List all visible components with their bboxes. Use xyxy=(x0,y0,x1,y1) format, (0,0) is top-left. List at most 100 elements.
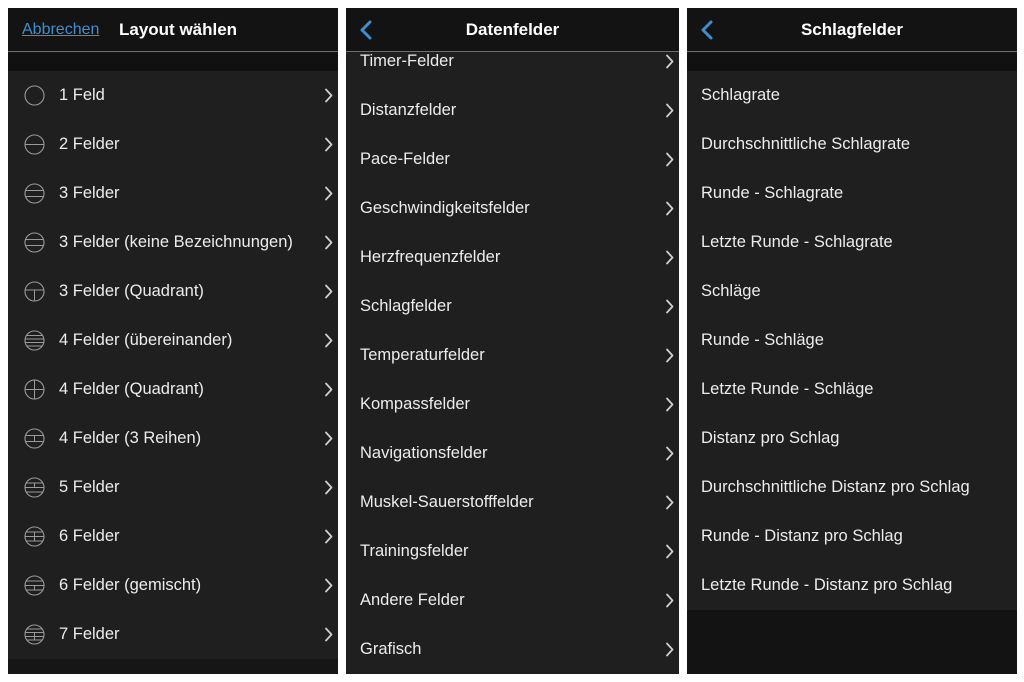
data-field-category-item-andere-felder[interactable]: Andere Felder xyxy=(346,576,679,625)
stroke-field-item-distanz-pro-schlag[interactable]: Distanz pro Schlag xyxy=(687,414,1017,463)
stroke-field-item-runde-distanz-pro-schlag[interactable]: Runde - Distanz pro Schlag xyxy=(687,512,1017,561)
layout-2-fields-icon xyxy=(24,134,45,155)
chevron-right-icon xyxy=(325,578,333,593)
data-field-category-item-label: Distanzfelder xyxy=(360,101,457,119)
chevron-right-icon xyxy=(666,299,674,314)
layout-item-6-felder-gemischt[interactable]: 6 Felder (gemischt) xyxy=(8,561,338,610)
chevron-right-icon xyxy=(666,593,674,608)
layout-item-label: 5 Felder xyxy=(59,478,120,496)
layout-6-fields-mixed-icon xyxy=(24,575,45,596)
chevron-right-icon xyxy=(325,529,333,544)
stroke-field-item-letzte-runde-schlagrate[interactable]: Letzte Runde - Schlagrate xyxy=(687,218,1017,267)
layout-item-label: 2 Felder xyxy=(59,135,120,153)
stroke-field-item-runde-schlagrate[interactable]: Runde - Schlagrate xyxy=(687,169,1017,218)
data-field-category-item-grafisch[interactable]: Grafisch xyxy=(346,625,679,674)
page-title: Datenfelder xyxy=(465,20,560,39)
stroke-field-item-label: Schlagrate xyxy=(701,86,780,104)
stroke-field-item-letzte-runde-distanz-pro-schlag[interactable]: Letzte Runde - Distanz pro Schlag xyxy=(687,561,1017,610)
data-field-category-item-temperaturfelder[interactable]: Temperaturfelder xyxy=(346,331,679,380)
stroke-field-item-label: Runde - Distanz pro Schlag xyxy=(701,527,903,545)
navigation-bar: Abbrechen Layout wählen xyxy=(8,8,338,52)
layout-item-label: 3 Felder xyxy=(59,184,120,202)
layout-4-fields-quadrant-icon xyxy=(24,379,45,400)
chevron-right-icon xyxy=(325,333,333,348)
layout-item-3-felder-quadrant[interactable]: 3 Felder (Quadrant) xyxy=(8,267,338,316)
data-field-category-item-herzfrequenzfelder[interactable]: Herzfrequenzfelder xyxy=(346,233,679,282)
stroke-field-item-label: Letzte Runde - Schläge xyxy=(701,380,874,398)
data-field-category-item-label: Andere Felder xyxy=(360,591,465,609)
stroke-field-item-runde-schlaege[interactable]: Runde - Schläge xyxy=(687,316,1017,365)
data-field-category-item-label: Herzfrequenzfelder xyxy=(360,248,501,266)
section-spacer xyxy=(687,53,1017,71)
layout-item-3-felder[interactable]: 3 Felder xyxy=(8,169,338,218)
stroke-field-item-label: Runde - Schlagrate xyxy=(701,184,844,202)
stroke-field-item-label: Letzte Runde - Schlagrate xyxy=(701,233,893,251)
navigation-bar: Datenfelder xyxy=(346,8,679,52)
layout-4-fields-stacked-icon xyxy=(24,330,45,351)
chevron-right-icon xyxy=(325,382,333,397)
data-field-category-item-kompassfelder[interactable]: Kompassfelder xyxy=(346,380,679,429)
chevron-right-icon xyxy=(325,627,333,642)
stroke-field-item-label: Durchschnittliche Schlagrate xyxy=(701,135,911,153)
data-field-category-item-trainingsfelder[interactable]: Trainingsfelder xyxy=(346,527,679,576)
stroke-field-item-label: Distanz pro Schlag xyxy=(701,429,840,447)
chevron-right-icon xyxy=(666,54,674,69)
data-field-category-item-label: Schlagfelder xyxy=(360,297,452,315)
data-field-category-item-label: Kompassfelder xyxy=(360,395,471,413)
chevron-right-icon xyxy=(666,397,674,412)
stroke-field-item-label: Durchschnittliche Distanz pro Schlag xyxy=(701,478,970,496)
data-field-category-item-label: Geschwindigkeitsfelder xyxy=(360,199,530,217)
layout-item-label: 1 Feld xyxy=(59,86,105,104)
chevron-right-icon xyxy=(666,250,674,265)
layout-item-label: 3 Felder (keine Bezeichnungen) xyxy=(59,233,293,251)
stroke-field-item-durchschnittliche-schlagrate[interactable]: Durchschnittliche Schlagrate xyxy=(687,120,1017,169)
chevron-right-icon xyxy=(325,137,333,152)
chevron-right-icon xyxy=(666,642,674,657)
layout-item-6-felder[interactable]: 6 Felder xyxy=(8,512,338,561)
chevron-right-icon xyxy=(325,235,333,250)
layout-3-fields-quadrant-icon xyxy=(24,281,45,302)
cancel-button[interactable]: Abbrechen xyxy=(22,8,99,52)
stroke-field-item-label: Letzte Runde - Distanz pro Schlag xyxy=(701,576,953,594)
layout-item-label: 4 Felder (3 Reihen) xyxy=(59,429,202,447)
data-field-category-item-label: Navigationsfelder xyxy=(360,444,488,462)
data-field-category-item-label: Pace-Felder xyxy=(360,150,450,168)
chevron-right-icon xyxy=(666,446,674,461)
layout-item-7-felder[interactable]: 7 Felder xyxy=(8,610,338,659)
page-title: Schlagfelder xyxy=(800,20,904,39)
data-field-category-item-geschwindigkeitsfelder[interactable]: Geschwindigkeitsfelder xyxy=(346,184,679,233)
layout-item-label: 3 Felder (Quadrant) xyxy=(59,282,204,300)
chevron-right-icon xyxy=(666,348,674,363)
chevron-right-icon xyxy=(325,186,333,201)
layout-item-label: 6 Felder xyxy=(59,527,120,545)
chevron-right-icon xyxy=(666,495,674,510)
layout-3-fields-icon xyxy=(24,183,45,204)
stroke-field-item-schlaege[interactable]: Schläge xyxy=(687,267,1017,316)
chevron-right-icon xyxy=(666,103,674,118)
layout-item-3-felder-keine-bezeichnungen[interactable]: 3 Felder (keine Bezeichnungen) xyxy=(8,218,338,267)
layout-7-fields-icon xyxy=(24,624,45,645)
stroke-field-item-schlagrate[interactable]: Schlagrate xyxy=(687,71,1017,120)
layout-item-label: 4 Felder (Quadrant) xyxy=(59,380,204,398)
data-field-category-item-schlagfelder[interactable]: Schlagfelder xyxy=(346,282,679,331)
layout-item-4-felder-quadrant[interactable]: 4 Felder (Quadrant) xyxy=(8,365,338,414)
layout-list: 1 Feld 2 Felder 3 Felder 3 Felder (keine Be… xyxy=(8,71,338,659)
chevron-right-icon xyxy=(325,431,333,446)
data-field-category-item-pace-felder[interactable]: Pace-Felder xyxy=(346,135,679,184)
stroke-field-item-durchschnittliche-distanz-pro-schlag[interactable]: Durchschnittliche Distanz pro Schlag xyxy=(687,463,1017,512)
data-field-category-item-navigationsfelder[interactable]: Navigationsfelder xyxy=(346,429,679,478)
data-field-category-item-label: Grafisch xyxy=(360,640,422,658)
data-field-category-item-distanzfelder[interactable]: Distanzfelder xyxy=(346,86,679,135)
layout-item-4-felder-3-reihen[interactable]: 4 Felder (3 Reihen) xyxy=(8,414,338,463)
layout-item-4-felder-uebereinander[interactable]: 4 Felder (übereinander) xyxy=(8,316,338,365)
data-field-category-item-label: Muskel-Sauerstofffelder xyxy=(360,493,534,511)
layout-item-2-felder[interactable]: 2 Felder xyxy=(8,120,338,169)
data-field-category-item-muskel-sauerstofffelder[interactable]: Muskel-Sauerstofffelder xyxy=(346,478,679,527)
empty-area xyxy=(687,610,1017,674)
layout-item-1-feld[interactable]: 1 Feld xyxy=(8,71,338,120)
stroke-field-item-letzte-runde-schlaege[interactable]: Letzte Runde - Schläge xyxy=(687,365,1017,414)
layout-item-label: 6 Felder (gemischt) xyxy=(59,576,202,594)
page-title: Layout wählen xyxy=(119,20,238,39)
layout-5-fields-icon xyxy=(24,477,45,498)
layout-item-5-felder[interactable]: 5 Felder xyxy=(8,463,338,512)
